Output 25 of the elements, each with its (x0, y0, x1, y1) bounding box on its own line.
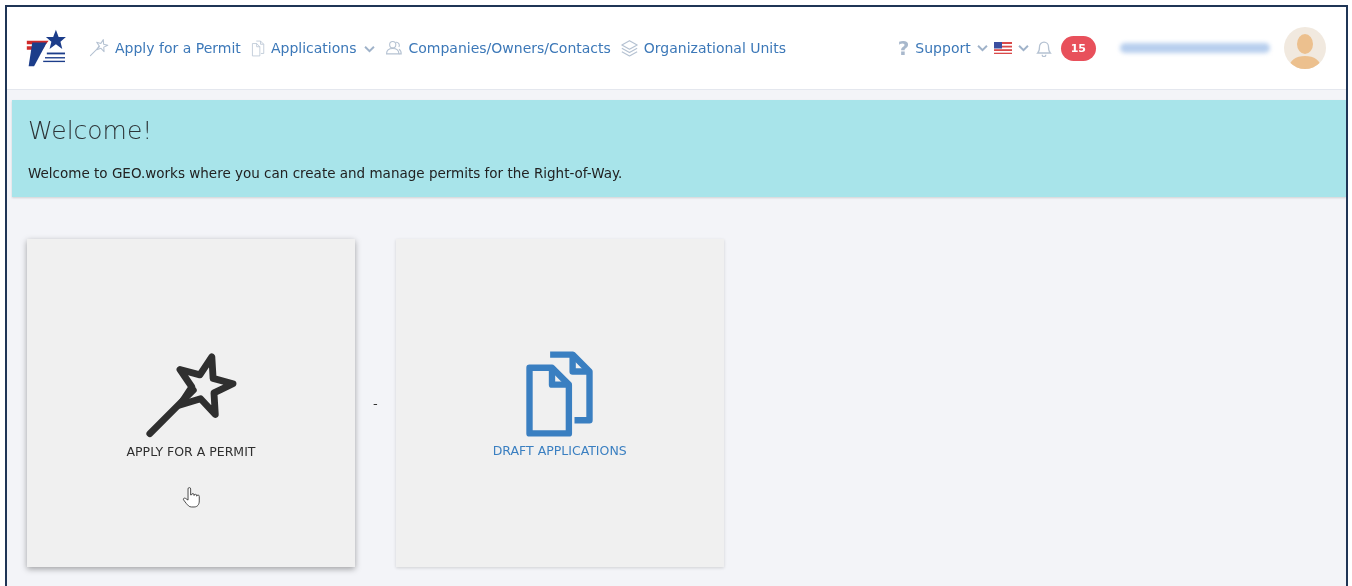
magic-wand-icon (89, 38, 109, 58)
layers-icon (620, 38, 638, 58)
tile-label: DRAFT APPLICATIONS (492, 443, 627, 458)
welcome-message: Welcome to GEO.works where you can create and manage permits for the Right-of-Way. (28, 165, 624, 181)
nav-link[interactable]: Organizational Units (643, 40, 787, 56)
nav-link[interactable]: Companies/Owners/Contacts (408, 40, 611, 56)
bell-icon (1034, 39, 1053, 57)
welcome-title: Welcome! (28, 116, 154, 145)
flag-icon (993, 42, 1012, 54)
separator-text: - (373, 395, 378, 411)
tile-card[interactable]: APPLY FOR A PERMIT (27, 239, 355, 567)
nav-link[interactable]: Apply for a Permit (115, 40, 241, 56)
help-icon: ? (897, 36, 910, 60)
notification-count[interactable]: 15 (1060, 35, 1096, 61)
chevron-down-icon (1017, 44, 1029, 52)
hand-cursor-icon (181, 487, 201, 510)
chevron-down-icon (976, 44, 988, 52)
tile-card[interactable]: DRAFT APPLICATIONS (395, 239, 724, 567)
chevron-down-icon (364, 45, 376, 53)
tile-label: APPLY FOR A PERMIT (126, 444, 256, 460)
documents-icon (250, 39, 265, 57)
avatar (1284, 27, 1326, 69)
nav-link[interactable]: Applications (270, 40, 376, 56)
support-menu[interactable]: Support (915, 40, 971, 56)
people-icon (385, 40, 403, 56)
